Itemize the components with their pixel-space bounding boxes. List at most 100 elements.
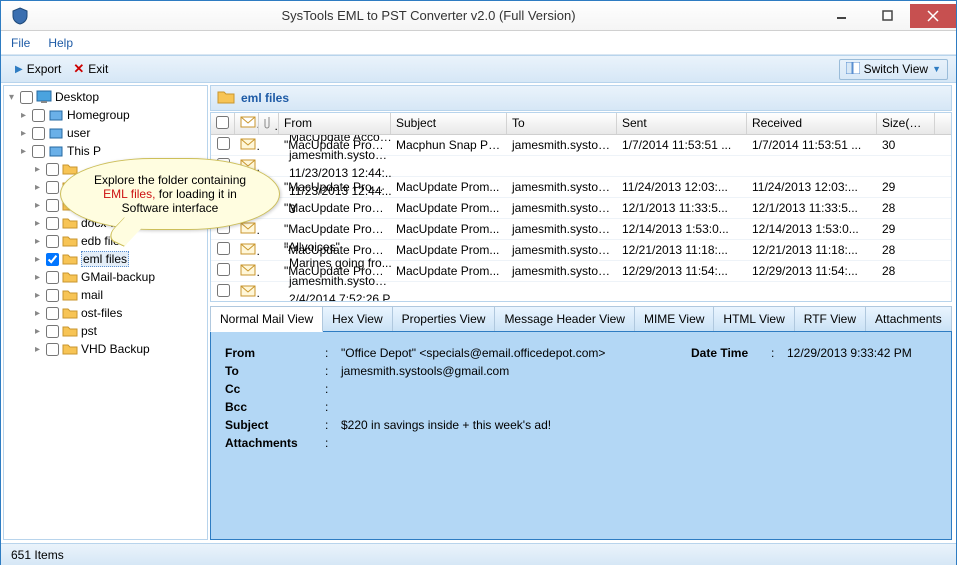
tab-attachments[interactable]: Attachments (865, 306, 952, 332)
expand-icon[interactable]: ▸ (32, 164, 43, 175)
table-row[interactable]: "Allvoices" Marines going fro... jamesmi… (211, 282, 951, 301)
folder-icon (62, 269, 78, 285)
tree-checkbox[interactable] (46, 163, 59, 176)
tree-label: Homegroup (67, 108, 130, 122)
cell-from: "Allvoices" Marines going fro... jamesmi… (279, 238, 391, 301)
expand-icon[interactable]: ▸ (32, 272, 43, 283)
status-items: 651 Items (11, 548, 64, 562)
cell-sent: 12/29/2013 11:54:... (617, 262, 747, 280)
tab-mime-view[interactable]: MIME View (634, 306, 714, 332)
col-size[interactable]: Size(KB) (877, 113, 935, 134)
cell-sent: 11/24/2013 12:03:... (617, 178, 747, 196)
cell-subject: Marines going fro... (284, 254, 391, 272)
pv-subject-value: $220 in savings inside + this week's ad! (341, 418, 937, 432)
col-from[interactable]: From (279, 113, 391, 134)
expand-icon[interactable]: ▸ (32, 308, 43, 319)
cell-subject: MacUpdate Prom... (391, 178, 507, 196)
table-row[interactable]: "MacUpdate Prom... MacUpdate Prom... jam… (211, 219, 951, 240)
pv-cc-value (341, 382, 937, 396)
select-all-cell[interactable] (211, 113, 235, 134)
expand-icon[interactable]: ▸ (32, 344, 43, 355)
tree-root[interactable]: ▾ Desktop (4, 88, 207, 106)
row-checkbox[interactable] (217, 242, 230, 255)
tree-item[interactable]: ▸ eml files (4, 250, 207, 268)
table-row[interactable]: "MacUpdate Prom... MacUpdate Prom... jam… (211, 177, 951, 198)
table-row[interactable]: "MacUpdate" MacUpdate Accou... jamesmith… (211, 156, 951, 177)
tree-checkbox[interactable] (46, 307, 59, 320)
tree-checkbox[interactable] (46, 325, 59, 338)
tree-item[interactable]: ▸ Homegroup (4, 106, 207, 124)
tree-checkbox[interactable] (20, 91, 33, 104)
select-all-checkbox[interactable] (216, 116, 229, 129)
switch-view-button[interactable]: Switch View ▼ (839, 59, 948, 80)
tree-checkbox[interactable] (32, 109, 45, 122)
tab-hex-view[interactable]: Hex View (322, 306, 392, 332)
col-to[interactable]: To (507, 113, 617, 134)
tree-checkbox[interactable] (46, 289, 59, 302)
exit-label: Exit (88, 62, 108, 76)
tree-checkbox[interactable] (46, 235, 59, 248)
menu-file[interactable]: File (11, 36, 30, 50)
cell-received: 12/29/2013 11:54:... (747, 262, 877, 280)
expand-icon[interactable]: ▸ (18, 110, 29, 121)
tree-checkbox[interactable] (46, 217, 59, 230)
row-checkbox[interactable] (217, 284, 230, 297)
tab-message-header-view[interactable]: Message Header View (494, 306, 635, 332)
minimize-button[interactable] (818, 4, 864, 28)
pv-bcc-label: Bcc (225, 400, 325, 414)
expand-icon[interactable]: ▸ (18, 146, 29, 157)
expand-icon[interactable]: ▸ (32, 182, 43, 193)
expand-icon[interactable]: ▸ (32, 218, 43, 229)
expand-icon[interactable]: ▸ (32, 254, 43, 265)
tree-item[interactable]: ▸ pst (4, 322, 207, 340)
expand-icon[interactable]: ▸ (18, 128, 29, 139)
export-label: Export (27, 62, 62, 76)
cell-received: 12/14/2013 1:53:0... (747, 220, 877, 238)
tree-checkbox[interactable] (46, 181, 59, 194)
tree-item[interactable]: ▸ GMail-backup (4, 268, 207, 286)
expand-icon[interactable]: ▸ (32, 200, 43, 211)
tree-item[interactable]: ▸ ost-files (4, 304, 207, 322)
cell-size: 28 (877, 262, 935, 280)
node-icon (48, 107, 64, 123)
exit-button[interactable]: ✕ Exit (67, 59, 114, 79)
col-subject[interactable]: Subject (391, 113, 507, 134)
tree-checkbox[interactable] (46, 271, 59, 284)
export-button[interactable]: ▶ Export (9, 60, 67, 78)
tree-checkbox[interactable] (32, 127, 45, 140)
cell-size: 29 (877, 220, 935, 238)
tree-checkbox[interactable] (32, 145, 45, 158)
tab-normal-mail-view[interactable]: Normal Mail View (210, 306, 323, 332)
tree-checkbox[interactable] (46, 253, 59, 266)
cell-to: jamesmith.systool... (284, 146, 391, 164)
mail-icon (235, 241, 259, 260)
tab-properties-view[interactable]: Properties View (392, 306, 496, 332)
collapse-icon[interactable]: ▾ (6, 92, 17, 103)
expand-icon[interactable]: ▸ (32, 290, 43, 301)
preview-pane: From : "Office Depot" <specials@email.of… (210, 331, 952, 540)
table-row[interactable]: "MacUpdate Prom... MacUpdate Prom... jam… (211, 198, 951, 219)
close-button[interactable] (910, 4, 956, 28)
tree-item[interactable]: ▸ VHD Backup (4, 340, 207, 358)
col-sent[interactable]: Sent (617, 113, 747, 134)
tab-html-view[interactable]: HTML View (713, 306, 794, 332)
tree-item[interactable]: ▸ user (4, 124, 207, 142)
menu-help[interactable]: Help (48, 36, 73, 50)
expand-icon[interactable]: ▸ (32, 236, 43, 247)
folder-tree[interactable]: ▾ Desktop ▸ Homegroup▸ user▸ This P ▸ ▸ … (3, 85, 208, 540)
maximize-button[interactable] (864, 4, 910, 28)
tree-item[interactable]: ▸ edb files (4, 232, 207, 250)
tab-rtf-view[interactable]: RTF View (794, 306, 866, 332)
pv-to-value: jamesmith.systools@gmail.com (341, 364, 937, 378)
cell-to: jamesmith.systool... (507, 262, 617, 280)
expand-icon[interactable]: ▸ (32, 326, 43, 337)
tree-item[interactable]: ▸ mail (4, 286, 207, 304)
col-received[interactable]: Received (747, 113, 877, 134)
tree-checkbox[interactable] (46, 199, 59, 212)
folder-header: eml files (210, 85, 952, 111)
row-checkbox[interactable] (217, 137, 230, 150)
tree-checkbox[interactable] (46, 343, 59, 356)
pv-from-value: "Office Depot" <specials@email.officedep… (341, 346, 691, 360)
email-grid[interactable]: From Subject To Sent Received Size(KB) "… (210, 112, 952, 302)
row-checkbox[interactable] (217, 263, 230, 276)
